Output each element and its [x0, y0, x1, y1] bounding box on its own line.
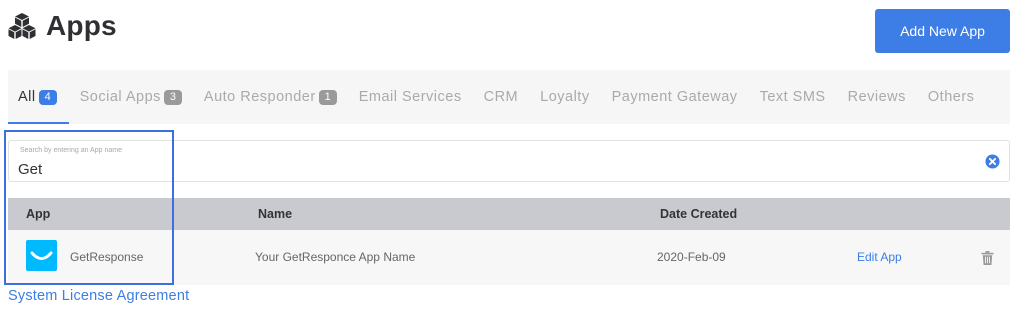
- column-header-date-created: Date Created: [660, 207, 738, 221]
- tab-label: Auto Responder: [203, 89, 316, 105]
- tab-count-badge: 1: [318, 89, 337, 105]
- table-header: App Name Date Created: [8, 198, 1010, 230]
- column-header-name: Name: [258, 207, 293, 221]
- page-header: Apps Add New App: [0, 0, 1022, 62]
- column-header-app: App: [26, 207, 51, 221]
- cubes-icon: [8, 13, 36, 39]
- tab-email-services[interactable]: Email Services: [348, 70, 473, 124]
- getresponse-logo-icon: [26, 240, 57, 271]
- add-new-app-button[interactable]: Add New App: [875, 9, 1010, 53]
- tab-label: Text SMS: [759, 89, 826, 105]
- tab-social-apps[interactable]: Social Apps 3: [69, 70, 193, 124]
- tab-label: Social Apps: [79, 89, 161, 105]
- apps-table: App Name Date Created GetResponse Your G…: [8, 198, 1010, 285]
- table-row: GetResponse Your GetResponce App Name 20…: [8, 230, 1010, 285]
- tab-label: Payment Gateway: [611, 89, 738, 105]
- tab-auto-responder[interactable]: Auto Responder 1: [193, 70, 348, 124]
- tab-all[interactable]: All 4: [8, 70, 69, 124]
- page-title: Apps: [46, 10, 117, 41]
- title-wrap: Apps: [8, 10, 117, 42]
- edit-app-link[interactable]: Edit App: [857, 250, 902, 264]
- search-label: Search by entering an App name: [20, 147, 122, 154]
- tab-label: CRM: [483, 89, 519, 105]
- app-search-box: Search by entering an App name: [8, 140, 1010, 182]
- app-name-cell: GetResponse: [70, 250, 144, 264]
- tab-payment-gateway[interactable]: Payment Gateway: [601, 70, 749, 124]
- tab-label: Reviews: [847, 89, 906, 105]
- tab-reviews[interactable]: Reviews: [837, 70, 917, 124]
- trash-icon[interactable]: [981, 251, 994, 265]
- tab-label: Others: [927, 89, 975, 105]
- date-created-cell: 2020-Feb-09: [657, 250, 726, 264]
- tab-label: Email Services: [358, 89, 462, 105]
- category-tabs: All 4 Social Apps 3 Auto Responder 1 Ema…: [8, 70, 1010, 124]
- tab-crm[interactable]: CRM: [473, 70, 530, 124]
- tab-loyalty[interactable]: Loyalty: [529, 70, 600, 124]
- tab-count-badge: 3: [163, 89, 182, 105]
- tab-count-badge: 4: [38, 89, 57, 105]
- system-license-agreement-link[interactable]: System License Agreement: [8, 288, 189, 304]
- search-input[interactable]: [18, 159, 968, 179]
- tab-others[interactable]: Others: [917, 70, 986, 124]
- tab-label: Loyalty: [540, 89, 590, 105]
- tab-label: All: [18, 89, 36, 105]
- clear-circle-icon[interactable]: [985, 154, 1000, 169]
- tab-text-sms[interactable]: Text SMS: [749, 70, 837, 124]
- name-cell: Your GetResponce App Name: [255, 250, 416, 264]
